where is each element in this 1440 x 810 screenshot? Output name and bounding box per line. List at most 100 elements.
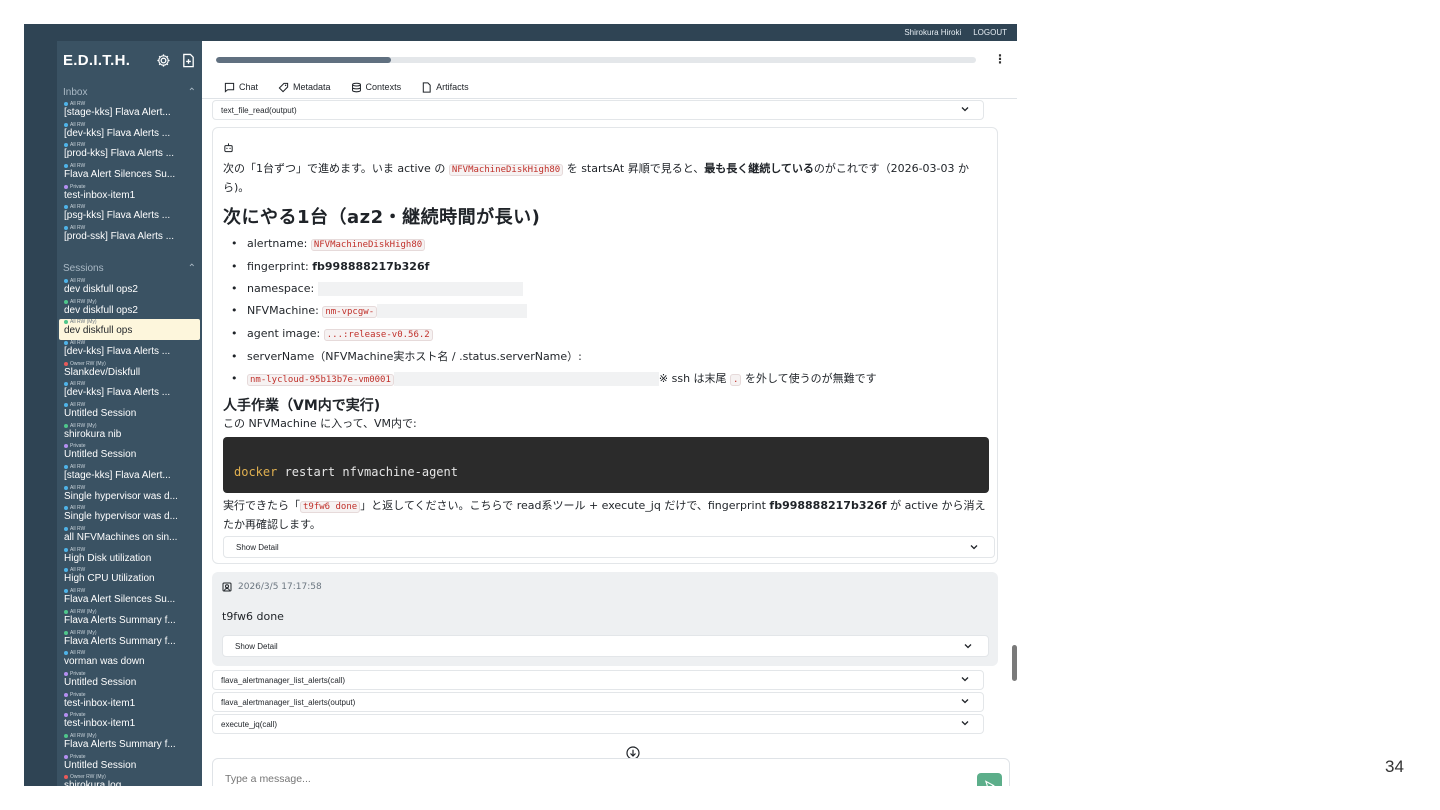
inbox-list: All RW [stage-kks] Flava Alert... All RW [d… [63,101,196,246]
chevron-down-icon [964,644,972,649]
sidebar-item-label: shirokura log [64,780,122,786]
file-icon [422,81,431,93]
chevron-down-icon[interactable] [961,105,969,113]
tool-call-label: flava_alertmanager_list_alerts(output) [221,697,356,707]
collapse-icon[interactable]: ⌃ [188,87,196,98]
inline-code: NFVMachineDiskHigh80 [310,239,426,251]
label: alertname: [247,237,311,250]
sidebar-item-label: [dev-kks] Flava Alerts ... [64,345,171,357]
sidebar-item[interactable]: All RW [prod-kks] Flava Alerts ... [63,142,196,163]
tool-call-label: text_file_read(output) [221,105,297,115]
gear-icon[interactable] [156,53,171,68]
tab-artifacts[interactable]: Artifacts [421,77,469,97]
list-item: NFVMachine: nm-vpcgw- [223,300,987,323]
show-detail-button[interactable]: Show Detail [222,635,989,657]
tab-chat[interactable]: Chat [224,77,259,99]
scrollbar[interactable] [1012,645,1017,681]
sidebar-item[interactable]: Owner RW (My) Slankdev/Diskfull [63,361,196,382]
sidebar-item[interactable]: All RW Single hypervisor was d... [63,485,196,506]
chat-scroll-area[interactable]: text_file_read(output) 次の「1台ずつ」で進めます。いま … [212,99,998,757]
sidebar-item[interactable]: Private test-inbox-item1 [63,184,196,205]
user-icon [222,582,232,592]
sidebar-item[interactable]: Private test-inbox-item1 [63,712,196,733]
tab-contexts[interactable]: Contexts [351,77,401,97]
show-detail-button[interactable]: Show Detail [223,536,995,558]
code-keyword: docker [234,465,278,479]
main-panel: ⋮ Chat Metadata Contexts Artifacts text_… [202,41,1017,786]
tab-metadata[interactable]: Metadata [278,77,331,97]
message-input[interactable] [225,771,925,786]
sidebar-item[interactable]: All RW (My) Flava Alerts Summary f... [63,609,196,630]
status-dot-icon [64,630,68,635]
tool-call-label: execute_jq(call) [221,719,278,729]
permission-label: All RW (My) [70,422,97,429]
code-text: restart nfvmachine-agent [277,465,458,479]
brand-logo: E.D.I.T.H. [63,51,131,69]
sidebar-item[interactable]: All RW [dev-kks] Flava Alerts ... [63,122,196,143]
sidebar-item-label: Flava Alert Silences Su... [64,594,176,606]
sidebar-item[interactable]: All RW Flava Alert Silences Su... [63,163,196,184]
chevron-down-icon[interactable] [961,719,969,727]
bold-text: fb998888217b326f [312,260,430,273]
sidebar-item[interactable]: All RW Single hypervisor was d... [63,505,196,526]
sessions-label: Sessions [63,263,104,275]
sidebar-item[interactable]: All RW [stage-kks] Flava Alert... [63,464,196,485]
sidebar-item[interactable]: All RW [dev-kks] Flava Alerts ... [63,340,196,361]
sidebar-item[interactable]: All RW [stage-kks] Flava Alert... [63,101,196,122]
status-dot-icon [64,278,68,283]
tool-call-row[interactable]: execute_jq(call) [212,714,984,734]
sidebar-item-label: dev diskfull ops2 [64,304,138,316]
sidebar-item[interactable]: All RW (My) Flava Alerts Summary f... [63,733,196,754]
sidebar-item[interactable]: All RW vorman was down [63,650,196,671]
sidebar-item[interactable]: All RW [prod-ssk] Flava Alerts ... [63,225,196,246]
sidebar-item[interactable]: Private Untitled Session [63,754,196,775]
chevron-down-icon[interactable] [961,697,969,705]
sidebar-item[interactable]: All RW [dev-kks] Flava Alerts ... [63,381,196,402]
status-dot-icon [64,465,68,469]
sidebar-item-label: [psg-kks] Flava Alerts ... [64,210,171,222]
status-dot-icon [64,713,68,718]
sidebar-item-label: dev diskfull ops2 [64,283,138,295]
inbox-header[interactable]: Inbox ⌃ [63,83,196,101]
sidebar-item-label: Flava Alerts Summary f... [64,635,176,647]
status-dot-icon [64,102,68,106]
sidebar-item[interactable]: All RW High CPU Utilization [63,567,196,588]
sidebar-item[interactable]: All RW High Disk utilization [63,547,196,568]
code-block[interactable]: docker restart nfvmachine-agent [223,437,989,493]
tool-call-row[interactable]: text_file_read(output) [212,100,984,120]
sidebar-item-label: shirokura nib [64,428,122,440]
collapse-icon[interactable]: ⌃ [188,263,196,274]
status-dot-icon [64,402,68,407]
permission-label: Private [70,670,86,677]
sidebar-item[interactable]: All RW (My) shirokura nib [63,423,196,444]
tool-call-row[interactable]: flava_alertmanager_list_alerts(output) [212,692,984,712]
user-name: Shirokura Hiroki [904,28,962,37]
more-options-icon[interactable]: ⋮ [994,52,1006,66]
permission-label: All RW (My) [70,298,97,305]
sidebar-item[interactable]: All RW (My) Flava Alerts Summary f... [63,630,196,651]
new-session-icon[interactable] [181,53,196,68]
tab-label: Chat [239,82,259,92]
logout-button[interactable]: LOGOUT [973,28,1007,37]
sidebar-item[interactable]: Private Untitled Session [63,671,196,692]
permission-label: All RW (My) [70,629,97,636]
sidebar-item[interactable]: Private Untitled Session [63,443,196,464]
status-dot-icon [64,733,68,738]
send-button[interactable] [977,773,1002,786]
slide-page-number: 34 [1385,757,1404,776]
sidebar-item[interactable]: Private test-inbox-item1 [63,692,196,713]
sidebar-item-label: Untitled Session [64,759,137,771]
tool-call-row[interactable]: flava_alertmanager_list_alerts(call) [212,670,984,690]
sidebar-item[interactable]: All RW dev diskfull ops2 [63,278,196,299]
sidebar-item[interactable]: Owner RW (My) shirokura log [63,774,196,786]
sidebar-item[interactable]: All RW (My) dev diskfull ops [59,319,200,340]
sidebar-item-label: Untitled Session [64,407,137,419]
sidebar-item[interactable]: All RW Untitled Session [63,402,196,423]
sidebar-item[interactable]: All RW (My) dev diskfull ops2 [63,299,196,320]
chevron-down-icon[interactable] [961,675,969,683]
sidebar-item[interactable]: All RW [psg-kks] Flava Alerts ... [63,204,196,225]
sidebar-item[interactable]: All RW all NFVMachines on sin... [63,526,196,547]
sessions-header[interactable]: Sessions ⌃ [63,260,196,278]
sidebar-item[interactable]: All RW Flava Alert Silences Su... [63,588,196,609]
sidebar-item-label: [dev-kks] Flava Alerts ... [64,127,171,139]
